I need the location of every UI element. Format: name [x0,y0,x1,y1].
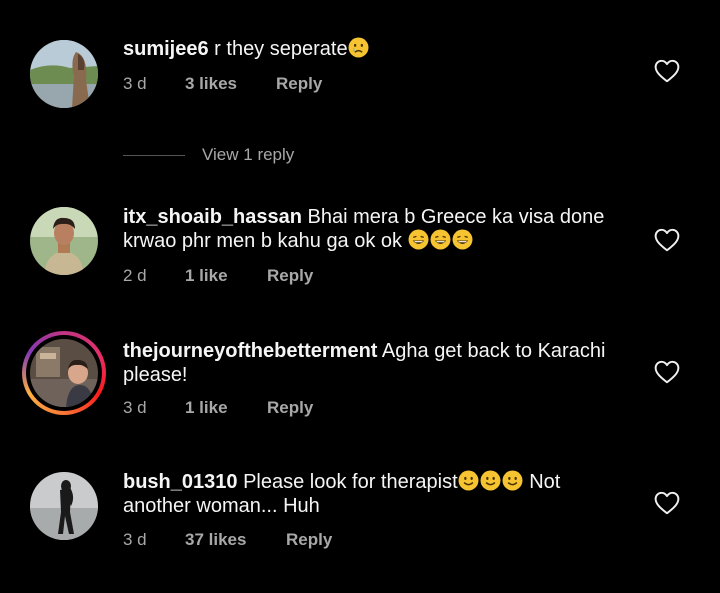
comment-meta: 3 d 3 likes Reply [123,74,322,94]
smiling-face-icon [458,470,479,491]
comment-likes[interactable]: 37 likes [185,530,286,550]
view-replies-divider [123,154,185,156]
comment-time: 3 d [123,74,147,93]
comment-body: thejourneyofthebetterment Agha get back … [123,339,623,387]
grinning-sweat-face-icon [430,229,451,250]
comment-body: sumijee6 r they seperate [123,37,623,61]
comment-text: Please look for therapist [237,471,458,493]
comment-username[interactable]: itx_shoaib_hassan [123,206,302,228]
reply-button[interactable]: Reply [267,266,313,286]
avatar[interactable] [30,40,98,108]
like-heart-icon[interactable] [654,59,680,83]
reply-button[interactable]: Reply [267,398,313,418]
avatar[interactable] [30,472,98,540]
comment-username[interactable]: bush_01310 [123,471,238,493]
reply-button[interactable]: Reply [276,74,322,94]
avatar[interactable] [30,207,98,275]
comment-time: 3 d [123,398,147,417]
avatar [30,339,98,407]
comment-likes[interactable]: 1 like [185,266,267,286]
like-heart-icon[interactable] [654,228,680,252]
comment-time: 3 d [123,530,147,549]
like-heart-icon[interactable] [654,360,680,384]
avatar-story-ring[interactable] [22,331,106,415]
comment-meta: 2 d 1 like Reply [123,266,313,286]
view-replies-label[interactable]: View 1 reply [202,145,294,165]
avatar-photo [30,40,98,108]
grinning-sweat-face-icon [452,229,473,250]
smiling-face-icon [480,470,501,491]
view-replies[interactable]: View 1 reply [123,145,294,165]
crying-face-icon [348,37,369,58]
avatar-photo [30,472,98,540]
smiling-face-icon [502,470,523,491]
comment-body: bush_01310 Please look for therapist Not… [123,470,623,518]
comment-text: r they seperate [208,38,348,60]
avatar-ring-gap [26,335,102,411]
comment-meta: 3 d 37 likes Reply [123,530,332,550]
avatar-photo [30,339,98,407]
comment-username[interactable]: sumijee6 [123,38,209,60]
comment-body: itx_shoaib_hassan Bhai mera b Greece ka … [123,205,623,253]
comment-username[interactable]: thejourneyofthebetterment [123,340,377,362]
comment-likes[interactable]: 3 likes [185,74,276,94]
comment-likes[interactable]: 1 like [185,398,267,418]
grinning-sweat-face-icon [408,229,429,250]
reply-button[interactable]: Reply [286,530,332,550]
comment-time: 2 d [123,266,147,285]
avatar-photo [30,207,98,275]
comment-meta: 3 d 1 like Reply [123,398,313,418]
like-heart-icon[interactable] [654,491,680,515]
